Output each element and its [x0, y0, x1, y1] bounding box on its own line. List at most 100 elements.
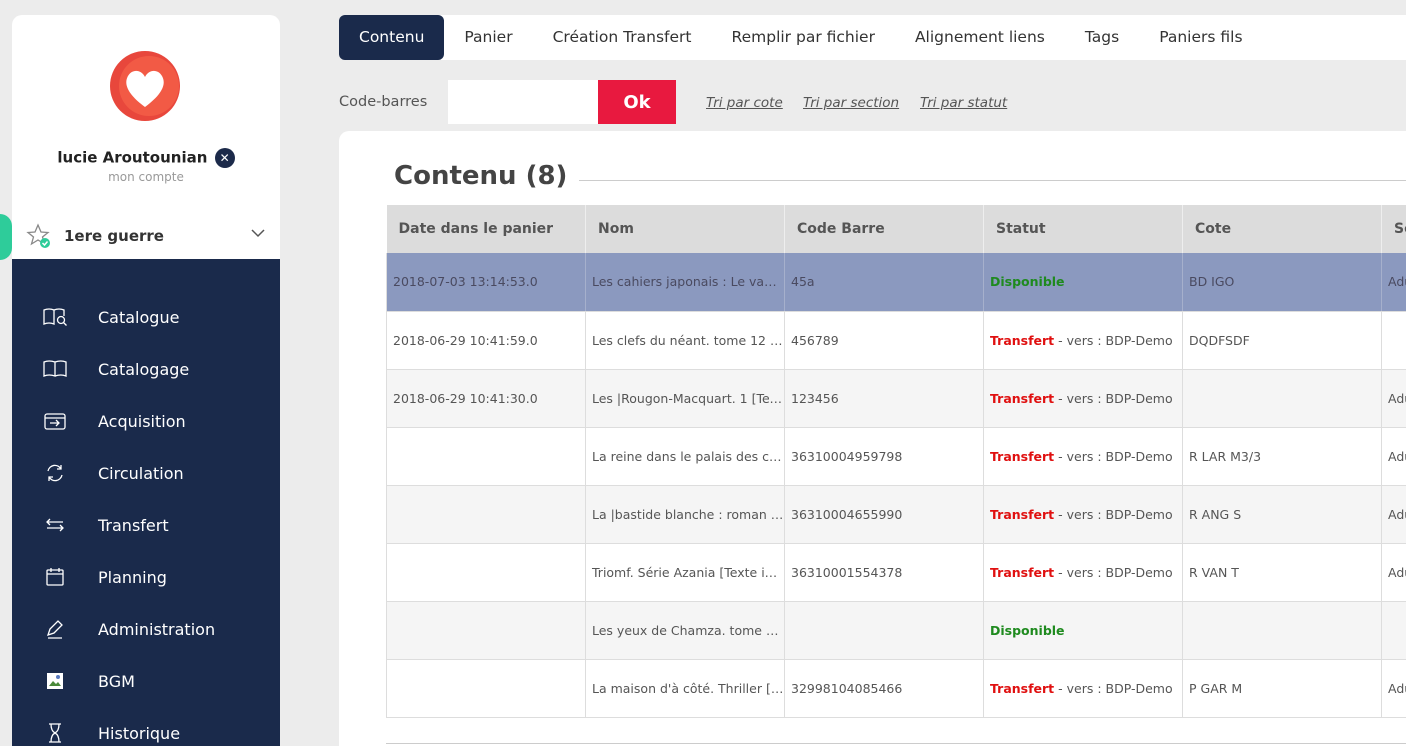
- cote-cell: [1182, 369, 1382, 428]
- tab-remplir-par-fichier[interactable]: Remplir par fichier: [712, 15, 895, 60]
- nom-cell: Triomf. Série Azania [Texte imp…: [585, 543, 785, 602]
- nom-cell: La reine dans le palais des co…: [585, 427, 785, 486]
- tab-bar: Contenu Panier Création Transfert Rempli…: [339, 15, 1406, 60]
- tab-creation-transfert[interactable]: Création Transfert: [533, 15, 712, 60]
- nom-cell: La |bastide blanche : roman / …: [585, 485, 785, 544]
- bottom-divider: [386, 743, 1406, 744]
- nav-item-administration[interactable]: Administration: [12, 603, 280, 655]
- column-header-section[interactable]: Se: [1381, 205, 1406, 253]
- status-destination: - vers : BDP-Demo: [1054, 506, 1173, 522]
- sort-by-statut-link[interactable]: Tri par statut: [920, 95, 1007, 111]
- column-header-date[interactable]: Date dans le panier: [386, 205, 586, 253]
- status-badge: Transfert: [990, 448, 1055, 464]
- code-barre-cell: 45a: [784, 253, 984, 312]
- nom-cell: Les yeux de Chamza. tome 2 [T…: [585, 601, 785, 660]
- nav-item-historique[interactable]: Historique: [12, 707, 280, 746]
- table-row[interactable]: La |bastide blanche : roman / … 363100046…: [386, 485, 1406, 544]
- status-destination: - vers : BDP-Demo: [1054, 390, 1173, 406]
- content-title: Contenu (8): [394, 161, 580, 191]
- section-cell: Adu: [1381, 485, 1406, 544]
- column-header-statut[interactable]: Statut: [983, 205, 1183, 253]
- table-row[interactable]: La reine dans le palais des co… 363100049…: [386, 427, 1406, 486]
- status-badge: Transfert: [990, 390, 1055, 406]
- nav-item-acquisition[interactable]: Acquisition: [12, 395, 280, 447]
- date-cell: 2018-06-29 10:41:59.0: [386, 311, 586, 370]
- status-destination: - vers : BDP-Demo: [1054, 564, 1173, 580]
- main-nav: Catalogue Catalogage Acquisition Circula…: [12, 259, 280, 746]
- title-divider: [569, 180, 1406, 181]
- star-check-icon: [26, 223, 50, 248]
- statut-cell: Transfert - vers : BDP-Demo: [983, 659, 1183, 718]
- basket-selector[interactable]: 1ere guerre: [0, 214, 280, 260]
- barcode-filter: Code-barres Ok Tri par cote Tri par sect…: [339, 80, 1406, 124]
- section-cell: Adu: [1381, 427, 1406, 486]
- date-cell: [386, 485, 586, 544]
- user-name-text[interactable]: lucie Aroutounian: [57, 149, 207, 167]
- my-account-link[interactable]: mon compte: [12, 170, 280, 184]
- swap-arrows-icon: [40, 515, 70, 535]
- section-cell: Adu: [1381, 253, 1406, 312]
- status-badge: Disponible: [990, 274, 1065, 290]
- cote-cell: [1182, 601, 1382, 660]
- hourglass-icon: [40, 722, 70, 744]
- chevron-down-icon[interactable]: [250, 225, 266, 241]
- table-row[interactable]: La maison d'à côté. Thriller [Te… 3299810…: [386, 659, 1406, 718]
- tab-tags[interactable]: Tags: [1065, 15, 1139, 60]
- cote-cell: BD IGO: [1182, 253, 1382, 312]
- column-header-cote[interactable]: Cote: [1182, 205, 1382, 253]
- date-cell: [386, 659, 586, 718]
- book-search-icon: [40, 307, 70, 327]
- status-destination: - vers : BDP-Demo: [1054, 680, 1173, 696]
- table-row[interactable]: Triomf. Série Azania [Texte imp… 36310001…: [386, 543, 1406, 602]
- status-badge: Transfert: [990, 332, 1055, 348]
- user-name[interactable]: lucie Aroutounian ✕: [12, 148, 280, 168]
- barcode-input[interactable]: [448, 80, 598, 124]
- tab-panier[interactable]: Panier: [444, 15, 532, 60]
- nav-item-catalogue[interactable]: Catalogue: [12, 291, 280, 343]
- cote-cell: R VAN T: [1182, 543, 1382, 602]
- sort-by-section-link[interactable]: Tri par section: [803, 95, 899, 111]
- tab-paniers-fils[interactable]: Paniers fils: [1139, 15, 1262, 60]
- status-badge: Disponible: [990, 622, 1065, 638]
- nav-item-planning[interactable]: Planning: [12, 551, 280, 603]
- barcode-label: Code-barres: [339, 94, 428, 110]
- section-cell: [1381, 601, 1406, 660]
- table-header-row: Date dans le panier Nom Code Barre Statu…: [386, 205, 1406, 253]
- profile-card: lucie Aroutounian ✕ mon compte 1ere guer…: [0, 15, 280, 260]
- code-barre-cell: 36310001554378: [784, 543, 984, 602]
- nom-cell: Les |Rougon-Macquart. 1 [Text…: [585, 369, 785, 428]
- column-header-code-barre[interactable]: Code Barre: [784, 205, 984, 253]
- cote-cell: DQDFSDF: [1182, 311, 1382, 370]
- status-badge: Transfert: [990, 680, 1055, 696]
- statut-cell: Transfert - vers : BDP-Demo: [983, 485, 1183, 544]
- date-cell: 2018-06-29 10:41:30.0: [386, 369, 586, 428]
- date-cell: [386, 601, 586, 660]
- tab-alignement-liens[interactable]: Alignement liens: [895, 15, 1065, 60]
- cote-cell: R LAR M3/3: [1182, 427, 1382, 486]
- table-row[interactable]: 2018-06-29 10:41:30.0 Les |Rougon-Macquar…: [386, 369, 1406, 428]
- ok-button[interactable]: Ok: [598, 80, 676, 124]
- nav-item-catalogage[interactable]: Catalogage: [12, 343, 280, 395]
- nav-item-bgm[interactable]: BGM: [12, 655, 280, 707]
- nav-item-circulation[interactable]: Circulation: [12, 447, 280, 499]
- content-table: Date dans le panier Nom Code Barre Statu…: [386, 205, 1406, 718]
- table-row[interactable]: 2018-07-03 13:14:53.0 Les cahiers japonai…: [386, 253, 1406, 312]
- code-barre-cell: [784, 601, 984, 660]
- content-panel: Contenu (8) Date dans le panier Nom Code…: [339, 131, 1406, 746]
- sort-by-cote-link[interactable]: Tri par cote: [706, 95, 783, 111]
- refresh-icon: [40, 463, 70, 483]
- table-row[interactable]: 2018-06-29 10:41:59.0 Les clefs du néant.…: [386, 311, 1406, 370]
- active-basket-marker: [0, 214, 12, 260]
- sidebar: lucie Aroutounian ✕ mon compte 1ere guer…: [0, 15, 280, 746]
- cote-cell: P GAR M: [1182, 659, 1382, 718]
- tab-contenu[interactable]: Contenu: [339, 15, 445, 60]
- broken-image-icon: [40, 672, 70, 690]
- column-header-nom[interactable]: Nom: [585, 205, 785, 253]
- date-cell: [386, 543, 586, 602]
- nav-item-transfert[interactable]: Transfert: [12, 499, 280, 551]
- logout-close-icon[interactable]: ✕: [214, 148, 235, 168]
- table-row[interactable]: Les yeux de Chamza. tome 2 [T… Disponible: [386, 601, 1406, 660]
- code-barre-cell: 456789: [784, 311, 984, 370]
- status-badge: Transfert: [990, 564, 1055, 580]
- date-cell: 2018-07-03 13:14:53.0: [386, 253, 586, 312]
